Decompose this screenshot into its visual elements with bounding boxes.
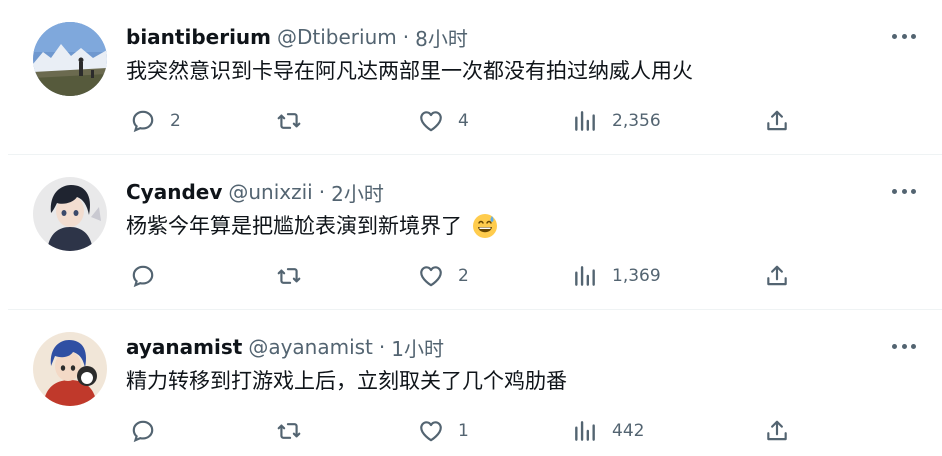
reply-icon — [132, 265, 154, 288]
timestamp[interactable]: 2小时 — [331, 178, 384, 207]
more-dots-icon[interactable] — [892, 338, 916, 354]
share-icon — [767, 420, 787, 441]
share-icon — [767, 110, 787, 131]
action-bar: 2 4 2,356 — [126, 106, 806, 136]
action-bar: 2 1,369 — [126, 261, 806, 291]
avatar[interactable] — [33, 177, 107, 251]
tweet[interactable]: ayanamist @ayanamist · 1小时 精力转移到打游戏上后，立刻… — [8, 310, 942, 456]
tweet[interactable]: biantiberium @Dtiberium · 8小时 我突然意识到卡导在阿… — [8, 0, 942, 155]
retweet-icon — [277, 268, 301, 284]
display-name[interactable]: Cyandev — [126, 180, 222, 204]
share-icon — [767, 265, 787, 286]
display-name[interactable]: ayanamist — [126, 335, 242, 359]
views-count: 1,369 — [612, 266, 661, 286]
reply-feed: biantiberium @Dtiberium · 8小时 我突然意识到卡导在阿… — [0, 0, 942, 456]
like-count: 2 — [458, 266, 469, 286]
like-count: 1 — [458, 421, 469, 441]
like-count: 4 — [458, 111, 469, 131]
reply-button[interactable] — [130, 416, 170, 446]
tweet-header: Cyandev @unixzii · 2小时 — [126, 178, 384, 207]
like-button[interactable]: 4 — [418, 106, 469, 136]
avatar-mountain-photo — [33, 22, 107, 96]
user-handle[interactable]: @unixzii — [228, 180, 312, 204]
avatar[interactable] — [33, 332, 107, 406]
reply-button[interactable]: 2 — [130, 106, 181, 136]
user-handle[interactable]: @ayanamist — [248, 335, 373, 359]
views-button[interactable]: 2,356 — [572, 106, 661, 136]
retweet-button[interactable] — [276, 261, 316, 291]
tweet-text: 我突然意识到卡导在阿凡达两部里一次都没有拍过纳威人用火 — [126, 56, 693, 86]
tweet[interactable]: Cyandev @unixzii · 2小时 杨紫今年算是把尴尬表演到新境界了 — [8, 155, 942, 310]
separator: · — [402, 25, 410, 49]
avatar[interactable] — [33, 22, 107, 96]
tweet-body: 我突然意识到卡导在阿凡达两部里一次都没有拍过纳威人用火 — [126, 59, 693, 83]
heart-icon — [420, 421, 442, 442]
avatar-anime-character — [33, 332, 107, 406]
share-button[interactable] — [764, 106, 790, 136]
tweet-text: 杨紫今年算是把尴尬表演到新境界了 — [126, 211, 498, 241]
views-button[interactable]: 1,369 — [572, 261, 661, 291]
tweet-header: biantiberium @Dtiberium · 8小时 — [126, 23, 468, 52]
like-button[interactable]: 2 — [418, 261, 469, 291]
tweet-text: 精力转移到打游戏上后，立刻取关了几个鸡肋番 — [126, 366, 567, 396]
share-button[interactable] — [764, 416, 790, 446]
views-count: 2,356 — [612, 111, 661, 131]
heart-icon — [420, 111, 442, 132]
tweet-body: 杨紫今年算是把尴尬表演到新境界了 — [126, 214, 462, 238]
reply-count: 2 — [170, 111, 181, 131]
timestamp[interactable]: 1小时 — [391, 333, 444, 362]
like-button[interactable]: 1 — [418, 416, 469, 446]
reply-icon — [132, 420, 154, 443]
separator: · — [378, 335, 386, 359]
action-bar: 1 442 — [126, 416, 806, 446]
grinning-sweat-emoji — [472, 213, 498, 239]
reply-icon — [132, 110, 154, 133]
views-chart-icon — [575, 111, 595, 131]
views-button[interactable]: 442 — [572, 416, 644, 446]
tweet-body: 精力转移到打游戏上后，立刻取关了几个鸡肋番 — [126, 369, 567, 393]
retweet-icon — [277, 113, 301, 129]
retweet-icon — [277, 423, 301, 439]
retweet-button[interactable] — [276, 106, 316, 136]
views-count: 442 — [612, 421, 645, 441]
more-dots-icon[interactable] — [892, 28, 916, 44]
more-dots-icon[interactable] — [892, 183, 916, 199]
reply-button[interactable] — [130, 261, 170, 291]
heart-icon — [420, 266, 442, 287]
tweet-header: ayanamist @ayanamist · 1小时 — [126, 333, 444, 362]
avatar-anime-character — [33, 177, 107, 251]
user-handle[interactable]: @Dtiberium — [277, 25, 397, 49]
share-button[interactable] — [764, 261, 790, 291]
timestamp[interactable]: 8小时 — [415, 23, 468, 52]
separator: · — [318, 180, 326, 204]
display-name[interactable]: biantiberium — [126, 25, 271, 49]
views-chart-icon — [575, 266, 595, 286]
views-chart-icon — [575, 421, 595, 441]
retweet-button[interactable] — [276, 416, 316, 446]
